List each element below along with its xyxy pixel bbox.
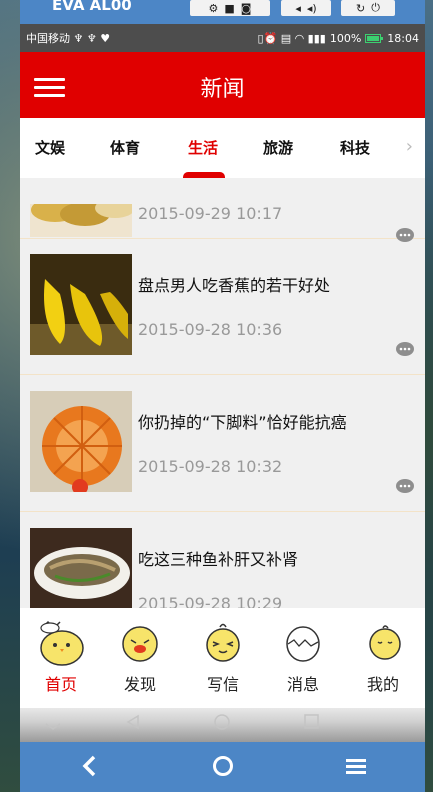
list-item[interactable]: 盘点男人吃香蕉的若干好处 2015-09-28 10:36 xyxy=(20,238,425,375)
status-right: ▯⏰ ▤ ◠ ▮▮▮ 100% 18:04 xyxy=(257,32,419,45)
comment-icon[interactable] xyxy=(395,342,415,358)
carrier-label: 中国移动 ♆ ♆ ♥ xyxy=(26,32,111,45)
tab-tiyu[interactable]: 体育 xyxy=(110,137,140,158)
page-title: 新闻 xyxy=(200,77,245,102)
app-bar: 新闻 xyxy=(20,52,425,118)
chick-sleepy-icon xyxy=(369,625,401,660)
nav-label: 写信 xyxy=(206,675,239,694)
system-nav-icons xyxy=(45,714,319,730)
tab-lvyou[interactable]: 旅游 xyxy=(263,137,293,158)
hamburger-icon[interactable] xyxy=(345,754,367,778)
battery-icon xyxy=(365,33,384,43)
video-icon[interactable]: ■ xyxy=(224,2,234,15)
circle-home-icon[interactable] xyxy=(211,754,235,778)
camera-icon[interactable]: ◙ xyxy=(241,2,252,15)
emulator-volume-group[interactable]: ◂ ◂) xyxy=(281,0,331,16)
gear-icon[interactable]: ⚙ xyxy=(209,2,219,15)
news-title: 盘点男人吃香蕉的若干好处 xyxy=(138,276,331,295)
emulator-settings-camera-group[interactable]: ⚙ ■ ◙ xyxy=(190,0,270,16)
category-tabs: 文娱 体育 生活 旅游 科技 › xyxy=(20,118,425,178)
tab-keji[interactable]: 科技 xyxy=(340,137,370,158)
battery-label: 100% xyxy=(329,31,362,45)
news-date: 2015-09-28 10:32 xyxy=(138,457,283,476)
volume-down-icon[interactable]: ◂ xyxy=(295,2,301,15)
power-icon[interactable]: ⏻ xyxy=(371,1,380,15)
phone-screen: 中国移动 ♆ ♆ ♥ ▯⏰ ▤ ◠ ▮▮▮ 100% 18:04 新闻 文娱 体… xyxy=(20,24,425,742)
status-bar: 中国移动 ♆ ♆ ♥ ▯⏰ ▤ ◠ ▮▮▮ 100% 18:04 xyxy=(20,24,425,52)
nav-write[interactable]: 写信 xyxy=(190,608,256,708)
tab-wenyu[interactable]: 文娱 xyxy=(35,137,65,158)
news-thumbnail xyxy=(30,254,132,355)
chevron-right-icon[interactable]: › xyxy=(406,136,413,157)
egg-icon xyxy=(286,626,320,662)
volume-up-icon[interactable]: ◂) xyxy=(307,2,317,15)
list-item[interactable]: 吃这三种鱼补肝又补肾 2015-09-28 10:29 xyxy=(20,512,425,608)
chevron-left-icon[interactable] xyxy=(80,754,98,778)
emulator-toolbar: EVA AL00 ⚙ ■ ◙ ◂ ◂) ↻ ⏻ xyxy=(20,0,425,24)
news-title: 吃这三种鱼补肝又补肾 xyxy=(138,550,299,569)
news-date: 2015-09-28 10:36 xyxy=(138,320,283,339)
clock-label: 18:04 xyxy=(387,31,419,45)
emulator-bottom-bar xyxy=(20,742,425,792)
nav-discover[interactable]: 发现 xyxy=(107,608,173,708)
chick-face-icon xyxy=(122,626,158,662)
chick-wink-icon xyxy=(206,623,240,662)
emulator-rotate-power-group[interactable]: ↻ ⏻ xyxy=(341,0,395,16)
comment-icon[interactable] xyxy=(395,479,415,495)
list-item[interactable]: 2015-09-29 10:17 xyxy=(20,202,425,242)
system-navigation-bar xyxy=(20,708,425,742)
nav-label: 发现 xyxy=(123,675,156,694)
news-thumbnail xyxy=(30,391,132,492)
news-list[interactable]: 2015-09-29 10:17 盘点男人吃香蕉的若干好处 2015-09-28… xyxy=(20,202,425,608)
news-thumbnail xyxy=(30,204,132,237)
news-date: 2015-09-28 10:29 xyxy=(138,594,283,608)
tab-shenghuo[interactable]: 生活 xyxy=(188,137,218,158)
nav-profile[interactable]: 我的 xyxy=(350,608,416,708)
nav-label: 消息 xyxy=(286,675,319,694)
news-title: 你扔掉的“下脚料”恰好能抗癌 xyxy=(138,413,347,432)
news-thumbnail xyxy=(30,528,132,608)
nav-home[interactable]: 首页 xyxy=(28,608,94,708)
active-tab-indicator xyxy=(183,172,225,178)
bottom-navigation: 首页 发现 写信 消息 我的 xyxy=(20,608,425,708)
list-item[interactable]: 你扔掉的“下脚料”恰好能抗癌 2015-09-28 10:32 xyxy=(20,375,425,512)
nav-label: 首页 xyxy=(44,675,77,694)
rotate-icon[interactable]: ↻ xyxy=(356,2,365,15)
news-date: 2015-09-29 10:17 xyxy=(138,204,283,223)
chick-hatching-icon xyxy=(40,620,84,666)
status-icons: ▯⏰ ▤ ◠ ▮▮▮ xyxy=(257,31,326,45)
nav-messages[interactable]: 消息 xyxy=(270,608,336,708)
emulator-title: EVA AL00 xyxy=(52,0,132,14)
nav-label: 我的 xyxy=(366,675,399,694)
